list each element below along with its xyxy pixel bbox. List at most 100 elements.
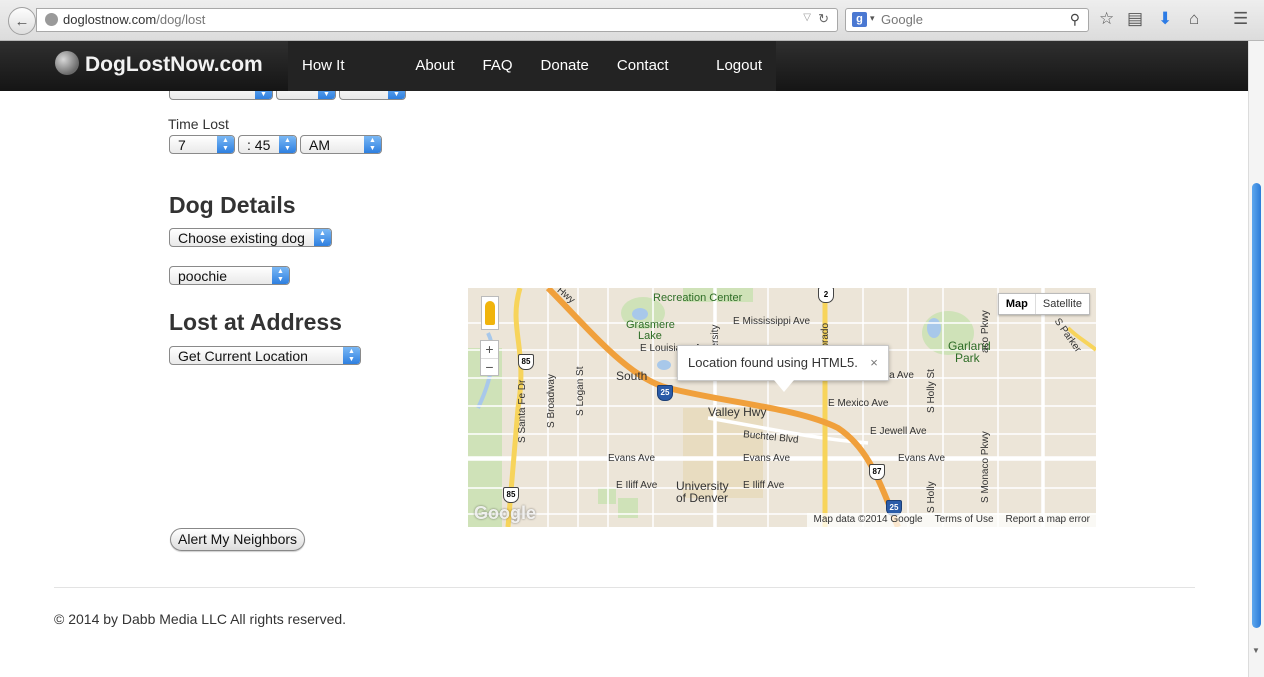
engine-dropdown-icon[interactable]: ▾ (870, 13, 875, 24)
url-text: doglostnow.com/dog/lost (63, 12, 206, 27)
zoom-in-button[interactable]: + (481, 341, 498, 359)
lost-address-heading: Lost at Address (169, 309, 342, 335)
globe-icon (45, 13, 58, 26)
map-label-evans-mid: Evans Ave (743, 453, 791, 464)
map-label-monaco-top: aco Pkwy (980, 310, 991, 353)
day-select[interactable]: ▲▼ (276, 91, 336, 100)
zoom-control: + − (480, 340, 499, 376)
vertical-scrollbar[interactable]: ▲ ▼ (1248, 41, 1264, 677)
menu-icon[interactable]: ☰ (1233, 9, 1248, 29)
year-select[interactable]: ▲▼ (339, 91, 406, 100)
nav-faq[interactable]: FAQ (469, 41, 527, 91)
site-navbar: DogLostNow.com How It Works About FAQ Do… (0, 41, 1248, 124)
map-attribution: Map data ©2014 Google Terms of Use Repor… (807, 513, 1096, 527)
ampm-value: AM (309, 137, 330, 153)
map-type-satellite-button[interactable]: Satellite (1036, 294, 1089, 314)
scroll-down-arrow-icon[interactable]: ▼ (1252, 646, 1260, 655)
map-label-lake: Lake (638, 330, 662, 342)
map-label-south: South (616, 369, 648, 383)
ampm-select[interactable]: AM ▲ ▼ (300, 135, 382, 154)
hour-select[interactable]: 7 ▲ ▼ (169, 135, 235, 154)
select-arrows-icon: ▲▼ (318, 91, 335, 99)
nav-logout[interactable]: Logout (702, 41, 776, 91)
hwy-2-shield: 2 (818, 288, 834, 303)
select-arrows-icon: ▲▼ (217, 136, 234, 153)
existing-dog-select[interactable]: Choose existing dog ▲ ▼ (169, 228, 332, 247)
globe-logo-icon (55, 51, 79, 75)
scrollbar-thumb[interactable] (1252, 183, 1261, 628)
address-bar[interactable]: doglostnow.com/dog/lost ▽ ↻ (36, 8, 838, 32)
back-arrow-icon[interactable]: ← (8, 7, 36, 35)
zoom-out-button[interactable]: − (481, 359, 498, 376)
select-arrows-icon: ▲▼ (279, 136, 296, 153)
nav-contact-us[interactable]: Contact Us (603, 41, 702, 124)
download-icon[interactable]: ⬇ (1158, 9, 1172, 29)
nav-how-it-works[interactable]: How It Works (288, 41, 401, 124)
minute-select[interactable]: : 45 ▲ ▼ (238, 135, 297, 154)
hour-value: 7 (178, 137, 186, 153)
nav-donate[interactable]: Donate (527, 41, 603, 91)
interstate-25-shield: 25 (657, 385, 673, 401)
map-label-iliff-left: E Iliff Ave (616, 480, 658, 491)
street-view-pegman-icon[interactable] (481, 296, 499, 330)
map-label-evans-left: Evans Ave (608, 453, 656, 464)
map-type-control: Map Satellite (997, 293, 1090, 315)
map-label-mississippi: E Mississippi Ave (733, 316, 811, 327)
close-icon[interactable]: × (870, 346, 878, 380)
dog-name-select[interactable]: poochie ▲ ▼ (169, 266, 290, 285)
footer-divider (54, 587, 1195, 588)
map-label-santa-fe: S Santa Fe Dr (517, 379, 528, 443)
history-dropdown-icon[interactable]: ▽ (803, 12, 811, 23)
map-label-holly: S Holly St (926, 369, 937, 413)
map-label-broadway: S Broadway (546, 374, 557, 428)
info-window-pointer (774, 380, 794, 392)
select-arrows-icon: ▲▼ (343, 347, 360, 364)
reading-list-icon[interactable]: ▤ (1127, 9, 1143, 29)
hwy-87-shield: 87 (869, 464, 885, 480)
google-logo[interactable]: Google (474, 503, 536, 524)
address-select[interactable]: Get Current Location ▲ ▼ (169, 346, 361, 365)
brand-logo[interactable]: DogLostNow.com (55, 51, 263, 77)
page-content: ▲▼ ▲▼ ▲▼ Time Lost 7 ▲▼ : 45 ▲▼ AM ▲▼ Dog D… (0, 91, 1248, 677)
report-map-error-link[interactable]: Report a map error (1006, 513, 1090, 527)
home-icon[interactable]: ⌂ (1189, 9, 1199, 29)
map-label-valley-hwy: Valley Hwy (708, 405, 767, 419)
map-label-of-denver: of Denver (676, 491, 729, 505)
map-data-credit: Map data ©2014 Google (813, 514, 923, 525)
map-info-window: Location found using HTML5. × (677, 345, 889, 392)
map-label-park: Park (955, 351, 980, 365)
nav-about[interactable]: About (401, 41, 468, 91)
terms-of-use-link[interactable]: Terms of Use (935, 513, 994, 527)
info-window-text: Location found using HTML5. (688, 355, 858, 370)
map-label-logan: S Logan St (575, 366, 586, 416)
map-label-iliff-mid: E Iliff Ave (743, 480, 785, 491)
map-label-evans-right: Evans Ave (898, 453, 946, 464)
nav-menu: How It Works About FAQ Donate Contact Us… (288, 41, 776, 124)
select-arrows-icon: ▲▼ (255, 91, 272, 99)
footer-copyright: © 2014 by Dabb Media LLC All rights rese… (54, 611, 347, 627)
select-arrows-icon: ▲▼ (314, 229, 331, 246)
select-arrows-icon: ▲▼ (388, 91, 405, 99)
month-select[interactable]: ▲▼ (169, 91, 273, 100)
bookmark-star-icon[interactable]: ☆ (1099, 9, 1114, 29)
map-label-holly-2: S Holly (926, 481, 937, 513)
dog-details-heading: Dog Details (169, 192, 296, 218)
dog-name-value: poochie (178, 268, 228, 284)
search-bar[interactable]: g ▾ Google ⚲ (845, 8, 1089, 32)
select-arrows-icon: ▲▼ (364, 136, 381, 153)
alert-neighbors-button[interactable]: Alert My Neighbors (170, 528, 306, 551)
map-label-monaco: S Monaco Pkwy (980, 431, 991, 503)
search-icon[interactable]: ⚲ (1070, 11, 1080, 28)
time-lost-label: Time Lost (168, 116, 229, 132)
map-type-map-button[interactable]: Map (999, 294, 1036, 314)
dog-choice-value: Choose existing dog (178, 230, 305, 246)
reload-icon[interactable]: ↻ (818, 11, 829, 27)
map-label-jewell: E Jewell Ave (870, 426, 927, 437)
map-label-recreation-center: Recreation Center (653, 292, 743, 304)
map[interactable]: Recreation Center Grasmere Lake E Missis… (468, 288, 1096, 527)
select-arrows-icon: ▲▼ (272, 267, 289, 284)
search-engine-icon[interactable]: g (852, 12, 867, 27)
hwy-85-shield: 85 (518, 354, 534, 370)
map-label-mexico: E Mexico Ave (828, 398, 889, 409)
search-placeholder: Google (881, 12, 923, 27)
